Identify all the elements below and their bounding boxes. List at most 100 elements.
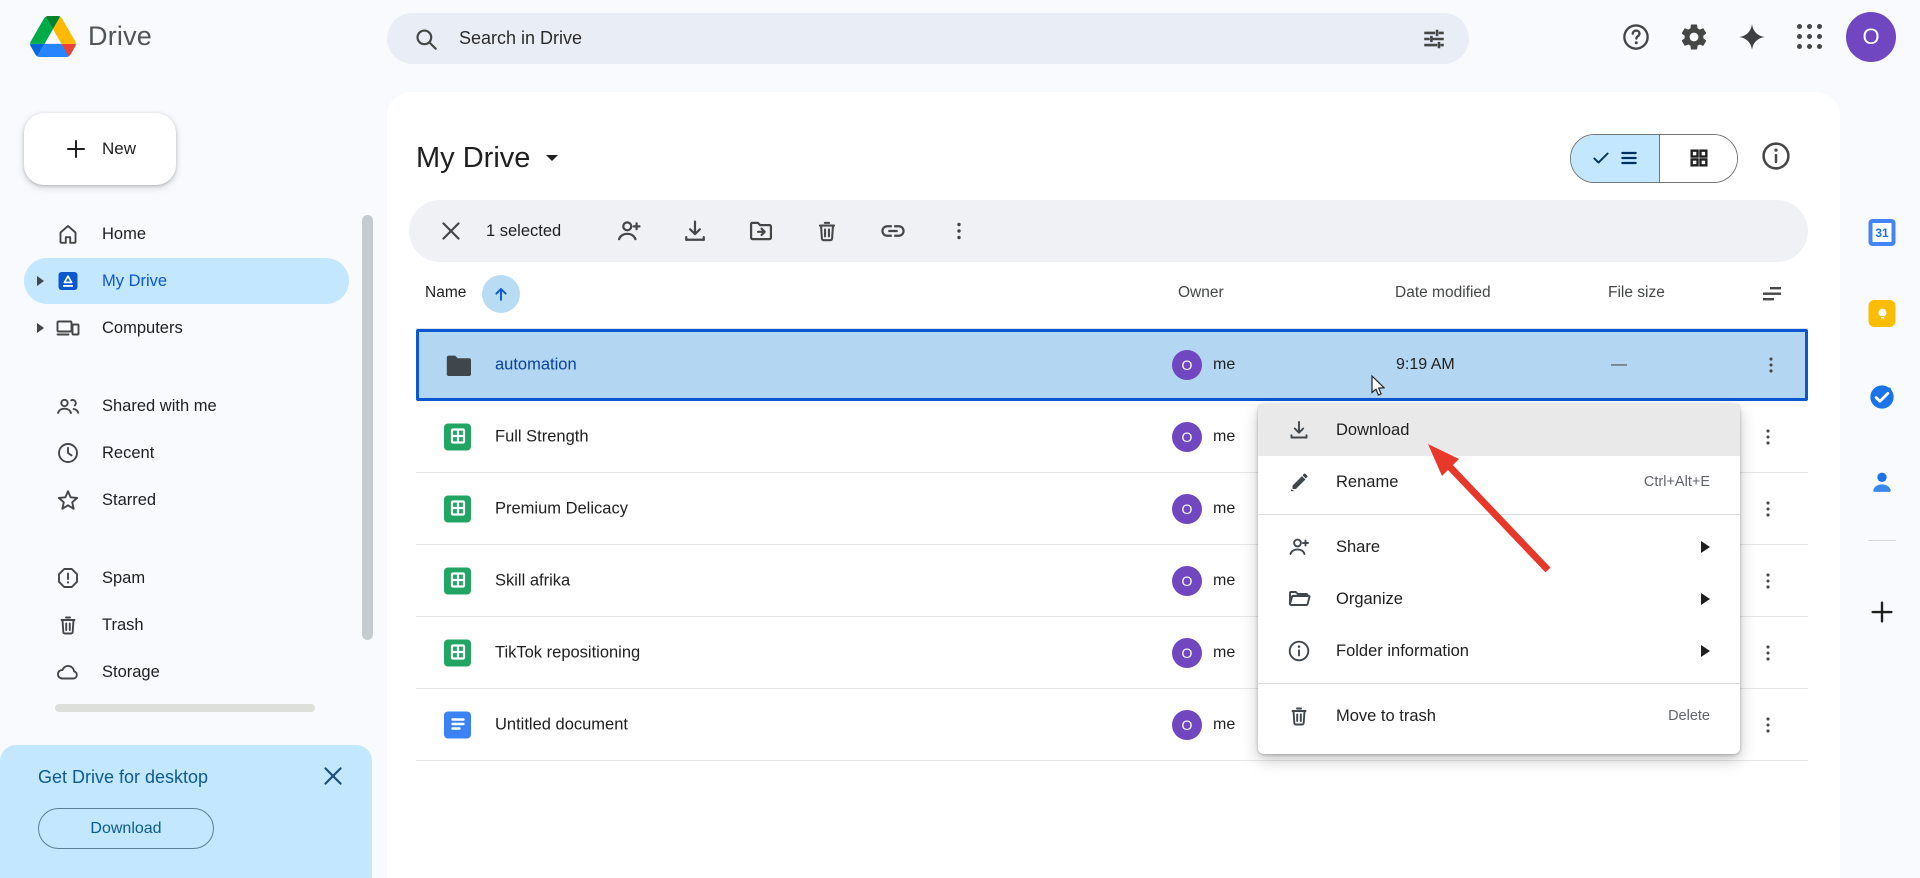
search-input[interactable] [459,28,1421,49]
get-addons-button[interactable] [1867,597,1897,632]
tasks-app-button[interactable] [1868,383,1896,416]
info-icon [1760,140,1792,172]
help-icon [1621,22,1651,52]
expand-caret-icon[interactable] [37,276,44,286]
search-bar[interactable] [387,13,1469,64]
starred-icon [55,488,81,512]
gemini-button[interactable] [1730,15,1774,59]
menu-shortcut: Ctrl+Alt+E [1644,474,1710,490]
sidebar-item-my-drive[interactable]: My Drive [24,258,349,304]
page-title-dropdown[interactable]: My Drive [416,142,560,175]
file-row-automation[interactable]: automationOme9:19 AM— [416,329,1808,401]
sidebar-item-label: Shared with me [102,397,217,416]
column-owner[interactable]: Owner [1178,284,1224,302]
move-folder-icon [747,217,775,245]
row-more-button[interactable] [1748,417,1788,457]
sheets-file-icon [444,495,471,522]
promo-download-button[interactable]: Download [38,808,214,849]
row-more-button[interactable] [1748,705,1788,745]
date-modified: 9:19 AM [1396,356,1455,374]
menu-item-label: Move to trash [1336,707,1668,726]
context-menu: DownloadRenameCtrl+Alt+E ShareOrganize Fol… [1258,404,1740,754]
help-button[interactable] [1614,15,1658,59]
download-button[interactable] [669,209,721,253]
drive-logo[interactable]: Drive [30,16,152,57]
sidebar-item-computers[interactable]: Computers [24,305,349,351]
share-button[interactable] [603,209,655,253]
sort-direction-button[interactable] [482,275,520,313]
list-view-toggle[interactable] [1571,135,1659,182]
sidebar-item-trash[interactable]: Trash [24,602,349,648]
menu-item-organize[interactable]: Organize [1258,573,1740,625]
sidebar-item-label: Storage [102,663,160,682]
sidebar-item-starred[interactable]: Starred [24,477,349,523]
contacts-app-button[interactable] [1868,468,1896,501]
recent-icon [55,441,81,465]
menu-item-label: Folder information [1336,642,1701,661]
owner-avatar: O [1172,638,1202,668]
sidebar-scrollbar[interactable] [362,215,373,640]
copy-link-button[interactable] [867,209,919,253]
menu-item-folder-information[interactable]: Folder information [1258,625,1740,677]
account-avatar[interactable]: O [1846,12,1896,62]
sidebar-item-storage[interactable]: Storage [24,649,349,695]
sidebar: New Home My Drive Computers Shared with me R… [0,92,387,878]
top-bar: Drive O [0,0,1920,92]
promo-close-icon[interactable] [320,763,346,789]
list-settings-button[interactable] [1760,282,1784,311]
sheets-file-icon [444,639,471,666]
search-filters-icon[interactable] [1421,26,1447,52]
selection-toolbar: 1 selected [409,200,1808,262]
storage-icon [55,660,81,684]
sidebar-item-spam[interactable]: Spam [24,555,349,601]
keep-app-button[interactable] [1869,300,1896,327]
file-name: TikTok repositioning [495,643,640,662]
keep-icon [1869,300,1896,327]
owner-avatar: O [1172,350,1202,380]
home-icon [55,222,81,246]
submenu-caret-icon [1701,593,1710,605]
sheets-file-icon [444,567,471,594]
new-button[interactable]: New [24,113,176,185]
menu-shortcut: Delete [1668,708,1710,724]
owner-avatar: O [1172,566,1202,596]
column-file-size[interactable]: File size [1608,284,1665,302]
clear-selection-icon[interactable] [438,218,464,244]
calendar-app-button[interactable]: 31 [1869,219,1896,246]
column-date-modified[interactable]: Date modified [1395,284,1491,302]
menu-item-share[interactable]: Share [1258,521,1740,573]
column-name[interactable]: Name [425,284,466,302]
trash-button[interactable] [801,209,853,253]
menu-item-download[interactable]: Download [1258,404,1740,456]
expand-caret-icon[interactable] [37,323,44,333]
folder-info-icon [1287,639,1311,663]
sidebar-item-label: Spam [102,569,145,588]
owner-label: me [1213,500,1235,518]
sidebar-item-home[interactable]: Home [24,211,349,257]
plus-icon [64,137,88,161]
more-vertical-icon [947,219,971,243]
app-wordmark: Drive [88,21,152,52]
menu-divider [1258,514,1740,515]
grid-view-toggle[interactable] [1659,135,1737,182]
settings-gear-icon [1679,22,1709,52]
details-button[interactable] [1760,140,1792,177]
more-actions-button[interactable] [933,209,985,253]
menu-item-move-to-trash[interactable]: Move to trashDelete [1258,690,1740,742]
sidebar-item-shared-with-me[interactable]: Shared with me [24,383,349,429]
menu-item-rename[interactable]: RenameCtrl+Alt+E [1258,456,1740,508]
sidebar-item-label: Computers [102,319,183,338]
computers-icon [55,316,81,340]
settings-button[interactable] [1672,15,1716,59]
row-more-button[interactable] [1748,633,1788,673]
calendar-icon: 31 [1869,219,1896,246]
owner-label: me [1213,716,1235,734]
sidebar-item-recent[interactable]: Recent [24,430,349,476]
share-icon [1287,535,1311,559]
row-more-button[interactable] [1751,345,1791,385]
sidebar-item-label: Home [102,225,146,244]
move-button[interactable] [735,209,787,253]
row-more-button[interactable] [1748,561,1788,601]
google-apps-button[interactable] [1788,15,1832,59]
row-more-button[interactable] [1748,489,1788,529]
